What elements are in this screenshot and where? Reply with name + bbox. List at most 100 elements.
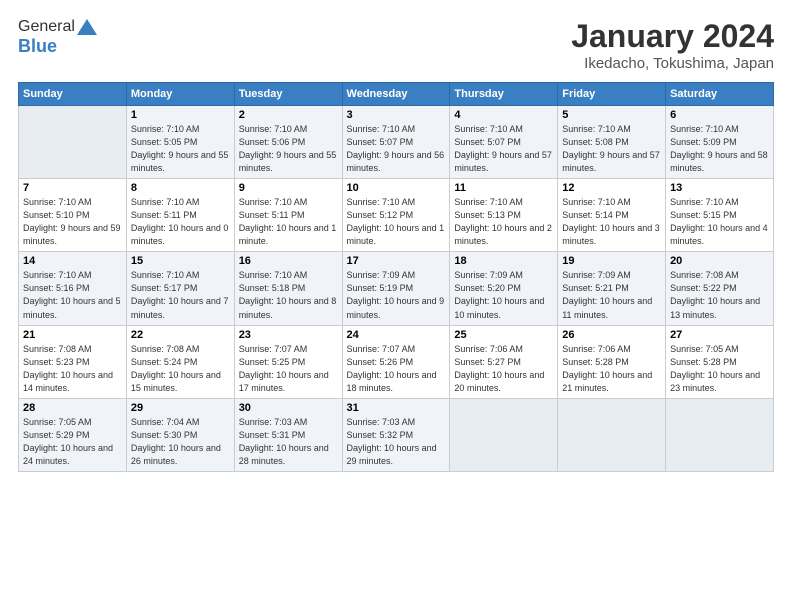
cell-2-3: 17 Sunrise: 7:09 AMSunset: 5:19 PMDayligh… bbox=[342, 252, 450, 325]
day-number-20: 20 bbox=[670, 255, 769, 267]
cell-0-5: 5 Sunrise: 7:10 AMSunset: 5:08 PMDaylight… bbox=[558, 106, 666, 179]
day-number-14: 14 bbox=[23, 255, 122, 267]
day-info-10: Sunrise: 7:10 AMSunset: 5:12 PMDaylight:… bbox=[347, 196, 446, 248]
cell-0-3: 3Sunrise: 7:10 AMSunset: 5:07 PMDaylight… bbox=[342, 106, 450, 179]
header: General Blue January 2024 Ikedacho, Toku… bbox=[18, 18, 774, 72]
cell-4-5 bbox=[558, 398, 666, 471]
day-info-1: Sunrise: 7:10 AMSunset: 5:05 PMDaylight:… bbox=[131, 123, 230, 175]
cell-1-5: 12 Sunrise: 7:10 AMSunset: 5:14 PMDayligh… bbox=[558, 179, 666, 252]
day-info-19: Sunrise: 7:09 AMSunset: 5:21 PMDaylight:… bbox=[562, 269, 661, 321]
cell-4-6 bbox=[666, 398, 774, 471]
day-number-12: 12 bbox=[562, 182, 661, 194]
day-number-26: 26 bbox=[562, 329, 661, 341]
day-number-28: 28 bbox=[23, 402, 122, 414]
day-info-7: Sunrise: 7:10 AMSunset: 5:10 PMDaylight:… bbox=[23, 196, 122, 248]
logo: General Blue bbox=[18, 18, 97, 57]
day-number-22: 22 bbox=[131, 329, 230, 341]
day-number-25: 25 bbox=[454, 329, 553, 341]
cell-2-2: 16Sunrise: 7:10 AMSunset: 5:18 PMDayligh… bbox=[234, 252, 342, 325]
day-info-4: Sunrise: 7:10 AMSunset: 5:07 PMDaylight:… bbox=[454, 123, 553, 175]
day-number-18: 18 bbox=[454, 255, 553, 267]
day-number-7: 7 bbox=[23, 182, 122, 194]
day-info-22: Sunrise: 7:08 AMSunset: 5:24 PMDaylight:… bbox=[131, 343, 230, 395]
cell-3-2: 23Sunrise: 7:07 AMSunset: 5:25 PMDayligh… bbox=[234, 325, 342, 398]
cell-1-1: 8Sunrise: 7:10 AMSunset: 5:11 PMDaylight… bbox=[126, 179, 234, 252]
day-number-30: 30 bbox=[239, 402, 338, 414]
location-title: Ikedacho, Tokushima, Japan bbox=[571, 55, 774, 72]
page: General Blue January 2024 Ikedacho, Toku… bbox=[0, 0, 792, 612]
day-number-11: 11 bbox=[454, 182, 553, 194]
day-info-27: Sunrise: 7:05 AMSunset: 5:28 PMDaylight:… bbox=[670, 343, 769, 395]
day-info-6: Sunrise: 7:10 AMSunset: 5:09 PMDaylight:… bbox=[670, 123, 769, 175]
cell-4-1: 29 Sunrise: 7:04 AMSunset: 5:30 PMDayligh… bbox=[126, 398, 234, 471]
week-row-1: 1 Sunrise: 7:10 AMSunset: 5:05 PMDaylight… bbox=[19, 106, 774, 179]
day-info-8: Sunrise: 7:10 AMSunset: 5:11 PMDaylight:… bbox=[131, 196, 230, 248]
day-number-19: 19 bbox=[562, 255, 661, 267]
day-info-3: Sunrise: 7:10 AMSunset: 5:07 PMDaylight:… bbox=[347, 123, 446, 175]
day-info-24: Sunrise: 7:07 AMSunset: 5:26 PMDaylight:… bbox=[347, 343, 446, 395]
weekday-header-row: Sunday Monday Tuesday Wednesday Thursday… bbox=[19, 83, 774, 106]
cell-4-2: 30 Sunrise: 7:03 AMSunset: 5:31 PMDayligh… bbox=[234, 398, 342, 471]
header-sunday: Sunday bbox=[19, 83, 127, 106]
day-number-29: 29 bbox=[131, 402, 230, 414]
day-info-28: Sunrise: 7:05 AMSunset: 5:29 PMDaylight:… bbox=[23, 416, 122, 468]
cell-2-4: 18 Sunrise: 7:09 AMSunset: 5:20 PMDayligh… bbox=[450, 252, 558, 325]
cell-3-0: 21Sunrise: 7:08 AMSunset: 5:23 PMDayligh… bbox=[19, 325, 127, 398]
cell-3-3: 24 Sunrise: 7:07 AMSunset: 5:26 PMDayligh… bbox=[342, 325, 450, 398]
header-wednesday: Wednesday bbox=[342, 83, 450, 106]
day-number-5: 5 bbox=[562, 109, 661, 121]
day-info-26: Sunrise: 7:06 AMSunset: 5:28 PMDaylight:… bbox=[562, 343, 661, 395]
cell-0-4: 4 Sunrise: 7:10 AMSunset: 5:07 PMDaylight… bbox=[450, 106, 558, 179]
day-info-12: Sunrise: 7:10 AMSunset: 5:14 PMDaylight:… bbox=[562, 196, 661, 248]
calendar-table: Sunday Monday Tuesday Wednesday Thursday… bbox=[18, 82, 774, 472]
day-info-2: Sunrise: 7:10 AMSunset: 5:06 PMDaylight:… bbox=[239, 123, 338, 175]
cell-0-6: 6 Sunrise: 7:10 AMSunset: 5:09 PMDaylight… bbox=[666, 106, 774, 179]
cell-4-0: 28 Sunrise: 7:05 AMSunset: 5:29 PMDayligh… bbox=[19, 398, 127, 471]
day-info-9: Sunrise: 7:10 AMSunset: 5:11 PMDaylight:… bbox=[239, 196, 338, 248]
day-number-4: 4 bbox=[454, 109, 553, 121]
day-info-23: Sunrise: 7:07 AMSunset: 5:25 PMDaylight:… bbox=[239, 343, 338, 395]
cell-3-4: 25 Sunrise: 7:06 AMSunset: 5:27 PMDayligh… bbox=[450, 325, 558, 398]
day-number-15: 15 bbox=[131, 255, 230, 267]
day-info-29: Sunrise: 7:04 AMSunset: 5:30 PMDaylight:… bbox=[131, 416, 230, 468]
day-info-14: Sunrise: 7:10 AMSunset: 5:16 PMDaylight:… bbox=[23, 269, 122, 321]
cell-3-1: 22 Sunrise: 7:08 AMSunset: 5:24 PMDayligh… bbox=[126, 325, 234, 398]
day-info-11: Sunrise: 7:10 AMSunset: 5:13 PMDaylight:… bbox=[454, 196, 553, 248]
logo-blue-text: Blue bbox=[18, 36, 57, 57]
day-number-1: 1 bbox=[131, 109, 230, 121]
cell-1-2: 9 Sunrise: 7:10 AMSunset: 5:11 PMDaylight… bbox=[234, 179, 342, 252]
header-tuesday: Tuesday bbox=[234, 83, 342, 106]
day-number-9: 9 bbox=[239, 182, 338, 194]
day-info-17: Sunrise: 7:09 AMSunset: 5:19 PMDaylight:… bbox=[347, 269, 446, 321]
cell-1-6: 13 Sunrise: 7:10 AMSunset: 5:15 PMDayligh… bbox=[666, 179, 774, 252]
cell-3-5: 26 Sunrise: 7:06 AMSunset: 5:28 PMDayligh… bbox=[558, 325, 666, 398]
header-saturday: Saturday bbox=[666, 83, 774, 106]
month-title: January 2024 bbox=[571, 18, 774, 55]
week-row-4: 21Sunrise: 7:08 AMSunset: 5:23 PMDayligh… bbox=[19, 325, 774, 398]
cell-1-0: 7 Sunrise: 7:10 AMSunset: 5:10 PMDaylight… bbox=[19, 179, 127, 252]
cell-2-6: 20Sunrise: 7:08 AMSunset: 5:22 PMDayligh… bbox=[666, 252, 774, 325]
cell-3-6: 27Sunrise: 7:05 AMSunset: 5:28 PMDayligh… bbox=[666, 325, 774, 398]
day-info-30: Sunrise: 7:03 AMSunset: 5:31 PMDaylight:… bbox=[239, 416, 338, 468]
day-info-13: Sunrise: 7:10 AMSunset: 5:15 PMDaylight:… bbox=[670, 196, 769, 248]
week-row-2: 7 Sunrise: 7:10 AMSunset: 5:10 PMDaylight… bbox=[19, 179, 774, 252]
header-monday: Monday bbox=[126, 83, 234, 106]
logo-triangle-icon bbox=[77, 19, 97, 35]
day-number-17: 17 bbox=[347, 255, 446, 267]
day-number-24: 24 bbox=[347, 329, 446, 341]
cell-0-1: 1 Sunrise: 7:10 AMSunset: 5:05 PMDaylight… bbox=[126, 106, 234, 179]
day-info-5: Sunrise: 7:10 AMSunset: 5:08 PMDaylight:… bbox=[562, 123, 661, 175]
day-number-6: 6 bbox=[670, 109, 769, 121]
logo-general-text: General bbox=[18, 18, 75, 36]
day-number-13: 13 bbox=[670, 182, 769, 194]
day-info-18: Sunrise: 7:09 AMSunset: 5:20 PMDaylight:… bbox=[454, 269, 553, 321]
day-number-2: 2 bbox=[239, 109, 338, 121]
day-number-31: 31 bbox=[347, 402, 446, 414]
day-number-21: 21 bbox=[23, 329, 122, 341]
header-thursday: Thursday bbox=[450, 83, 558, 106]
day-info-25: Sunrise: 7:06 AMSunset: 5:27 PMDaylight:… bbox=[454, 343, 553, 395]
header-friday: Friday bbox=[558, 83, 666, 106]
cell-2-5: 19 Sunrise: 7:09 AMSunset: 5:21 PMDayligh… bbox=[558, 252, 666, 325]
cell-0-0 bbox=[19, 106, 127, 179]
cell-4-3: 31Sunrise: 7:03 AMSunset: 5:32 PMDayligh… bbox=[342, 398, 450, 471]
